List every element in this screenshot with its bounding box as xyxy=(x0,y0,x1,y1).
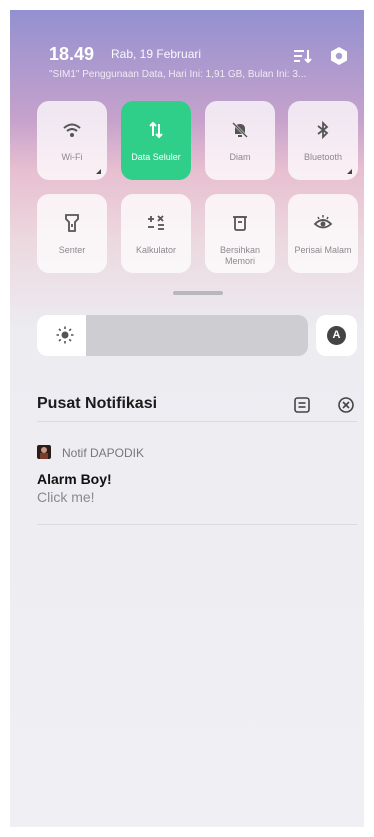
settings-icon[interactable] xyxy=(331,47,347,65)
flashlight-icon xyxy=(65,214,79,232)
brightness-slider[interactable] xyxy=(37,315,308,356)
notification-center-title: Pusat Notifikasi xyxy=(37,395,158,412)
trash-icon xyxy=(233,216,247,231)
toggle-label: Perisai Malam xyxy=(294,245,352,255)
toggle-label: Bluetooth xyxy=(303,152,343,162)
brightness-sun-icon xyxy=(56,326,74,344)
toggle-bluetooth[interactable]: Bluetooth xyxy=(288,101,358,180)
clear-all-icon[interactable] xyxy=(338,397,354,413)
toggle-label: Kalkulator xyxy=(135,245,177,255)
drag-handle[interactable] xyxy=(173,291,223,295)
auto-brightness-label: A xyxy=(327,326,346,345)
toggle-clean-memory[interactable]: Bersihkan Memori xyxy=(205,194,275,273)
toggle-label: Wi-Fi xyxy=(61,152,83,162)
toggle-label: Data Seluler xyxy=(131,152,181,162)
silent-bell-icon xyxy=(232,122,248,138)
mobile-data-icon xyxy=(149,121,163,139)
date: Rab, 19 Februari xyxy=(111,47,202,61)
calculator-icon xyxy=(148,215,164,230)
toggle-label: Diam xyxy=(229,152,251,162)
notification-shade: 18.49 Rab, 19 Februari "SIM1" Penggunaan… xyxy=(0,0,374,837)
toggle-night-shield[interactable]: Perisai Malam xyxy=(288,194,358,273)
data-usage-text[interactable]: "SIM1" Penggunaan Data, Hari Ini: 1,91 G… xyxy=(49,69,359,80)
toggle-label: Bersihkan Memori xyxy=(219,245,261,266)
toggle-wifi[interactable]: Wi-Fi xyxy=(37,101,107,180)
notification-title: Alarm Boy! xyxy=(37,471,112,487)
toggle-flashlight[interactable]: Senter xyxy=(37,194,107,273)
clock: 18.49 xyxy=(49,44,95,64)
top-icons xyxy=(280,44,350,68)
app-icon xyxy=(37,445,51,459)
auto-brightness-button[interactable]: A xyxy=(316,315,357,356)
notification-app-name: Notif DAPODIK xyxy=(62,446,145,460)
expand-corner-icon xyxy=(347,169,352,174)
notification-body: Click me! xyxy=(37,489,95,505)
notification-center-actions xyxy=(291,394,361,416)
toggle-calculator[interactable]: Kalkulator xyxy=(121,194,191,273)
expand-corner-icon xyxy=(96,169,101,174)
bluetooth-icon xyxy=(317,120,329,140)
toggle-label: Senter xyxy=(58,245,86,255)
notification-divider xyxy=(37,524,357,525)
toggle-silent[interactable]: Diam xyxy=(205,101,275,180)
notification-settings-icon[interactable] xyxy=(294,397,310,413)
wifi-icon xyxy=(63,123,81,137)
toggle-mobile-data[interactable]: Data Seluler xyxy=(121,101,191,180)
eye-shield-icon xyxy=(313,215,333,229)
edit-tiles-icon[interactable] xyxy=(294,50,312,64)
section-divider xyxy=(37,421,357,422)
